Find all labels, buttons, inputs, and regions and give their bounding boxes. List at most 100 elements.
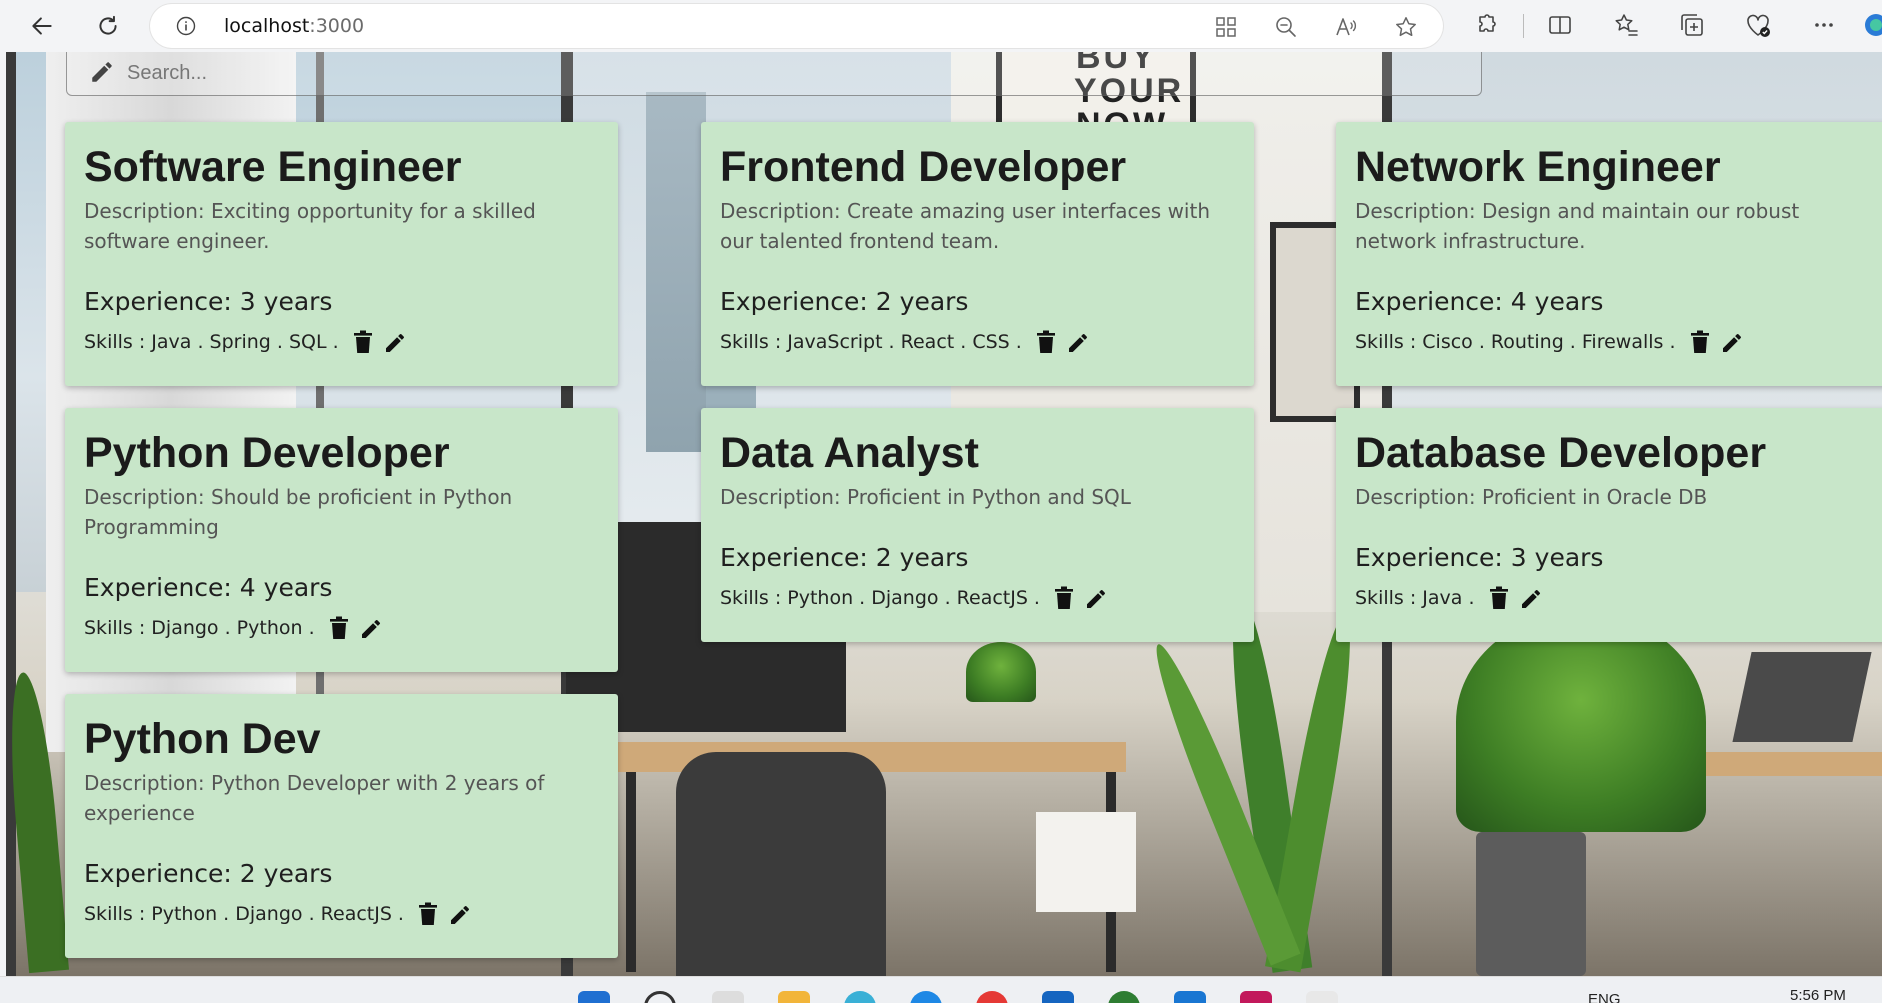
url-text[interactable]: localhost:3000 — [224, 15, 364, 37]
job-skills: Skills : Cisco . Routing . Firewalls . — [1355, 331, 1676, 353]
url-port: :3000 — [309, 15, 365, 37]
zoom-out-icon[interactable] — [1274, 15, 1298, 39]
job-title: Python Developer — [84, 429, 450, 477]
collections-icon[interactable] — [1678, 11, 1706, 39]
job-skills: Skills : Django . Python . — [84, 617, 315, 639]
experience-value: 3 years — [239, 287, 333, 316]
refresh-icon — [99, 15, 117, 35]
edge-icon[interactable] — [844, 991, 876, 1003]
delete-button[interactable] — [327, 615, 351, 641]
job-card: Frontend Developer Description: Create a… — [701, 122, 1254, 386]
vscode-icon[interactable] — [1174, 991, 1206, 1003]
pencil-icon — [1086, 589, 1105, 608]
job-title: Frontend Developer — [720, 143, 1127, 191]
clock-time[interactable]: 5:56 PM — [1790, 987, 1846, 1003]
app-icon-2[interactable] — [1240, 991, 1272, 1003]
job-experience: Experience: 4 years — [1355, 286, 1869, 318]
job-card: Python Dev Description: Python Developer… — [65, 694, 618, 958]
more-options-icon[interactable] — [1810, 11, 1838, 39]
edit-button[interactable] — [359, 615, 383, 641]
app-icon-3[interactable] — [1306, 991, 1338, 1003]
favorites-icon[interactable] — [1612, 11, 1640, 39]
trash-icon — [1489, 586, 1508, 609]
favorite-star-icon[interactable] — [1394, 15, 1418, 39]
job-skills: Skills : Python . Django . ReactJS . — [720, 587, 1040, 609]
edit-button[interactable] — [1066, 329, 1090, 355]
experience-label: Experience: — [720, 287, 876, 316]
delete-button[interactable] — [351, 329, 375, 355]
description-label: Description: — [84, 199, 212, 223]
browser-essentials-icon[interactable] — [1744, 11, 1772, 39]
start-icon[interactable] — [578, 991, 610, 1003]
site-info-icon[interactable] — [176, 16, 196, 36]
experience-label: Experience: — [1355, 543, 1511, 572]
job-card: Network Engineer Description: Design and… — [1336, 122, 1882, 386]
delete-button[interactable] — [1688, 329, 1712, 355]
description-label: Description: — [1355, 199, 1483, 223]
chrome-icon[interactable] — [910, 991, 942, 1003]
split-screen-icon[interactable] — [1546, 11, 1574, 39]
back-button[interactable] — [24, 8, 60, 44]
pencil-icon — [450, 905, 469, 924]
delete-button[interactable] — [1052, 585, 1076, 611]
skills-row: Skills : Java . Spring . SQL . — [84, 327, 598, 357]
experience-label: Experience: — [84, 573, 240, 602]
job-description: Description: Python Developer with 2 yea… — [84, 768, 598, 828]
skills-row: Skills : Django . Python . — [84, 613, 598, 643]
toolbar-separator — [1523, 14, 1524, 38]
job-description: Description: Exciting opportunity for a … — [84, 196, 598, 256]
outlook-icon[interactable] — [1042, 991, 1074, 1003]
extensions-icon[interactable] — [1472, 11, 1500, 39]
refresh-button[interactable] — [90, 8, 126, 44]
description-label: Description: — [1355, 485, 1483, 509]
copilot-icon[interactable] — [1862, 11, 1882, 39]
task-view-icon[interactable] — [712, 991, 744, 1003]
app-available-icon[interactable] — [1214, 15, 1238, 39]
back-arrow-icon — [32, 17, 52, 35]
job-description: Description: Design and maintain our rob… — [1355, 196, 1869, 256]
job-card: Data Analyst Description: Proficient in … — [701, 408, 1254, 642]
edit-button[interactable] — [448, 901, 472, 927]
pencil-icon — [1068, 333, 1087, 352]
trash-icon — [353, 330, 372, 353]
url-host: localhost — [224, 15, 310, 37]
delete-button[interactable] — [416, 901, 440, 927]
job-description: Description: Create amazing user interfa… — [720, 196, 1234, 256]
description-label: Description: — [720, 485, 848, 509]
trash-icon — [1054, 586, 1073, 609]
search-icon[interactable] — [644, 991, 676, 1003]
job-title: Data Analyst — [720, 429, 979, 477]
job-experience: Experience: 3 years — [84, 286, 598, 318]
app-icon[interactable] — [976, 991, 1008, 1003]
language-indicator[interactable]: ENG — [1588, 991, 1621, 1003]
job-card: Database Developer Description: Proficie… — [1336, 408, 1882, 642]
description-text: Proficient in Oracle DB — [1482, 485, 1708, 509]
whatsapp-icon[interactable] — [1108, 991, 1140, 1003]
read-aloud-icon[interactable] — [1334, 15, 1358, 39]
edit-button[interactable] — [1519, 585, 1543, 611]
edit-button[interactable] — [1720, 329, 1744, 355]
skills-row: Skills : Java . — [1355, 583, 1869, 613]
experience-label: Experience: — [84, 859, 240, 888]
address-bar[interactable]: localhost:3000 — [150, 4, 1443, 48]
edit-button[interactable] — [1084, 585, 1108, 611]
browser-toolbar: localhost:3000 — [0, 0, 1882, 52]
job-description: Description: Should be proficient in Pyt… — [84, 482, 598, 542]
edit-button[interactable] — [383, 329, 407, 355]
skills-row: Skills : JavaScript . React . CSS . — [720, 327, 1234, 357]
job-card: Software Engineer Description: Exciting … — [65, 122, 618, 386]
skills-row: Skills : Python . Django . ReactJS . — [84, 899, 598, 929]
experience-value: 2 years — [875, 543, 969, 572]
delete-button[interactable] — [1487, 585, 1511, 611]
taskbar: ENG 5:56 PM — [0, 976, 1882, 1003]
skills-row: Skills : Python . Django . ReactJS . — [720, 583, 1234, 613]
trash-icon — [418, 902, 437, 925]
search-input[interactable] — [127, 53, 727, 93]
search-bar[interactable] — [66, 52, 1482, 96]
experience-value: 3 years — [1510, 543, 1604, 572]
file-explorer-icon[interactable] — [778, 991, 810, 1003]
delete-button[interactable] — [1034, 329, 1058, 355]
job-skills: Skills : Python . Django . ReactJS . — [84, 903, 404, 925]
skills-row: Skills : Cisco . Routing . Firewalls . — [1355, 327, 1869, 357]
job-skills: Skills : Java . — [1355, 587, 1475, 609]
